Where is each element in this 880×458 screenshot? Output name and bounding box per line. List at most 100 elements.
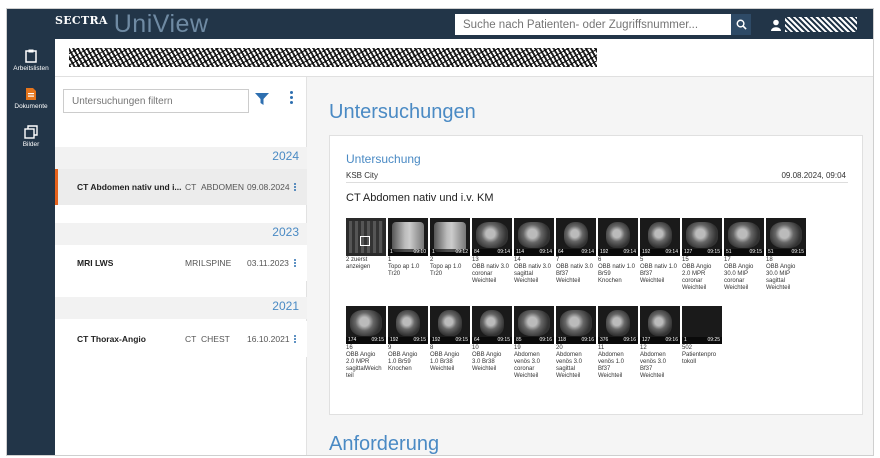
- series-thumbnail[interactable]: 84 09:14 13 OBB nativ 3.0 coronar Weichtei…: [472, 218, 512, 285]
- series-thumbnail[interactable]: 64 09:14 7 OBB nativ 3.0 Bf37 Weichteil: [556, 218, 596, 285]
- series-thumbnail[interactable]: 127 09:16 12 Abdomen venös 3.0 Bf37 Weicht…: [640, 306, 680, 380]
- series-thumbnail[interactable]: 127 09:15 15 OBB Angio 2.0 MPR coronar Wei…: [682, 218, 722, 292]
- nav-item-bilder[interactable]: Bilder: [7, 125, 55, 163]
- series-thumbnail[interactable]: 51 09:15 18 OBB Angio 30.0 MIP sagittal We…: [766, 218, 806, 292]
- series-caption: 20 Abdomen venös 3.0 sagittal Weichteil: [556, 345, 583, 379]
- series-thumbnail[interactable]: 376 09:16 11 Abdomen venös 1.0 Bf37 Weicht…: [598, 306, 638, 380]
- series-image: 1 09:25: [682, 306, 722, 344]
- study-date: 16.10.2021: [247, 334, 290, 344]
- series-stats: 51 09:15: [724, 249, 764, 256]
- series-thumbnail[interactable]: 114 09:14 14 OBB nativ 3.0 sagittal Weicht…: [514, 218, 554, 285]
- image-count: 114: [516, 249, 524, 255]
- clipboard-icon: [25, 49, 37, 63]
- series-thumbnail[interactable]: 64 09:15 10 OBB Angio 3.0 Br38 Weichteil: [472, 306, 512, 373]
- series-time: 09:15: [791, 249, 804, 255]
- more-options-icon[interactable]: [289, 91, 295, 104]
- series-stats: 118 09:16: [556, 337, 596, 344]
- nav-item-arbeitslisten[interactable]: Arbeitslisten: [7, 49, 55, 87]
- series-time: 09:15: [371, 337, 384, 343]
- filter-icon[interactable]: [255, 93, 269, 105]
- search-input[interactable]: [455, 14, 731, 35]
- series-time: 09:14: [497, 249, 510, 255]
- patient-search: [455, 14, 751, 35]
- series-thumbnail[interactable]: 1 09:10 1 Topo ap 1.0 Tr20: [388, 218, 428, 278]
- series-thumbnail[interactable]: 192 09:15 9 OBB Angio 1.0 Br59 Knochen: [388, 306, 428, 373]
- series-time: 09:16: [581, 337, 594, 343]
- scan-preview: [728, 222, 760, 248]
- image-count: 192: [642, 249, 651, 255]
- series-thumbnail[interactable]: 174 09:15 16 OBB Angio 2.0 MPR sagittalWei…: [346, 306, 386, 380]
- image-count: 192: [390, 337, 399, 343]
- series-caption: 13 OBB nativ 3.0 coronar Weichteil: [472, 257, 510, 284]
- series-thumbnail[interactable]: 192 09:14 5 OBB nativ 1.0 Bf37 Weichteil: [640, 218, 680, 285]
- row-menu-icon[interactable]: [293, 335, 297, 343]
- series-thumbnail[interactable]: 51 09:15 17 OBB Angio 30.0 MIP coronar Wei…: [724, 218, 764, 292]
- series-time: 09:12: [455, 249, 468, 255]
- series-thumbnail[interactable]: 118 09:16 20 Abdomen venös 3.0 sagittal We…: [556, 306, 596, 380]
- user-name-redacted: [785, 17, 857, 32]
- scan-preview: [606, 222, 630, 248]
- page-title: Untersuchungen: [329, 101, 476, 123]
- series-thumbnail[interactable]: 192 09:14 6 OBB nativ 1.0 Br59 Knochen: [598, 218, 638, 285]
- study-row[interactable]: CT Thorax-Angio CT CHEST 16.10.2021: [55, 321, 307, 357]
- study-filter-input[interactable]: [63, 89, 249, 113]
- search-button[interactable]: [731, 14, 751, 35]
- user-menu[interactable]: [771, 14, 857, 35]
- study-title: CT Abdomen nativ und i...: [77, 182, 181, 192]
- series-time: 09:15: [749, 249, 762, 255]
- series-image: 192 09:15: [388, 306, 428, 344]
- image-count: 84: [474, 249, 480, 255]
- image-count: 174: [348, 337, 357, 343]
- series-stats: 192 09:15: [388, 337, 428, 344]
- study-row[interactable]: MRI LWS MRI LSPINE 03.11.2023: [55, 245, 307, 281]
- series-thumbnail[interactable]: 2 zuerst anzeigen: [346, 218, 386, 271]
- studies-panel: 2024 CT Abdomen nativ und i... CT ABDOME…: [55, 77, 307, 455]
- series-time: 09:15: [455, 337, 468, 343]
- nav-label: Bilder: [22, 141, 40, 148]
- series-image: 64 09:15: [472, 306, 512, 344]
- series-thumbnail[interactable]: 192 09:15 8 OBB Angio 1.0 Br38 Weichteil: [430, 306, 470, 373]
- series-time: 09:14: [623, 249, 636, 255]
- series-thumbnail[interactable]: 85 09:16 19 Abdomen venös 3.0 coronar Weic…: [514, 306, 554, 380]
- series-stats: 174 09:15: [346, 337, 386, 344]
- nav-item-dokumente[interactable]: Dokumente: [7, 87, 55, 125]
- series-caption: 15 OBB Angio 2.0 MPR coronar Weichteil: [682, 257, 712, 291]
- scan-preview: [350, 310, 382, 336]
- series-time: 09:10: [413, 249, 426, 255]
- image-count: 1: [684, 337, 687, 343]
- study-modality: MRI: [185, 258, 201, 268]
- image-count: 192: [432, 337, 441, 343]
- nav-label: Dokumente: [14, 103, 48, 110]
- year-label: 2021: [272, 299, 299, 313]
- study-date: 03.11.2023: [247, 258, 289, 268]
- images-icon: [24, 125, 38, 139]
- series-caption: 6 OBB nativ 1.0 Br59 Knochen: [598, 257, 636, 284]
- series-time: 09:14: [665, 249, 678, 255]
- series-stats: 192 09:14: [598, 249, 638, 256]
- scan-preview: [606, 310, 630, 336]
- image-count: 1: [390, 249, 393, 255]
- study-modality: CT: [185, 334, 197, 344]
- study-title: CT Thorax-Angio: [77, 334, 146, 344]
- series-time: 09:16: [539, 337, 552, 343]
- scan-preview: [392, 222, 424, 252]
- series-stats: 1 09:10: [388, 249, 428, 256]
- series-image: 127 09:16: [640, 306, 680, 344]
- series-thumbnail[interactable]: 1 09:12 2 Topo ap 1.0 Tr20: [430, 218, 470, 278]
- row-menu-icon[interactable]: [293, 183, 297, 191]
- series-image: 192 09:15: [430, 306, 470, 344]
- scan-preview: [518, 222, 550, 248]
- study-bodypart: CHEST: [201, 334, 230, 344]
- year-group-2021: 2021: [55, 297, 307, 319]
- product-name: UniView: [113, 9, 209, 38]
- series-time: 09:14: [581, 249, 594, 255]
- series-stats: 114 09:14: [514, 249, 554, 256]
- series-image: 84 09:14: [472, 218, 512, 256]
- image-count: 127: [642, 337, 651, 343]
- series-thumbnail[interactable]: 1 09:25 502 Patientenpro tokoll: [682, 306, 722, 366]
- row-menu-icon[interactable]: [293, 259, 297, 267]
- scan-preview: [648, 310, 672, 336]
- study-row[interactable]: CT Abdomen nativ und i... CT ABDOMEN 09.…: [55, 169, 307, 205]
- study-bodypart: ABDOMEN: [201, 182, 244, 192]
- scan-preview: [686, 222, 718, 248]
